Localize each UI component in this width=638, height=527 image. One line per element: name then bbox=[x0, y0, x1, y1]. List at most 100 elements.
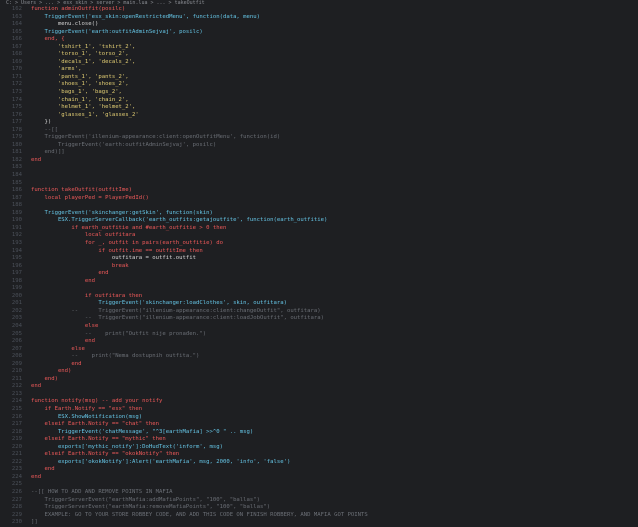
code-line[interactable]: 179 TriggerEvent('illenium-appearance:cl… bbox=[0, 134, 638, 142]
line-number: 178 bbox=[11, 126, 22, 133]
code-text: ]] bbox=[31, 519, 38, 526]
code-text: 'shoes_1', 'shoes_2', bbox=[31, 81, 129, 88]
code-line[interactable]: 228 TriggerServerEvent("earthMafia:remov… bbox=[0, 504, 638, 512]
code-text: ESX.TriggerServerCallback('earth_outfits… bbox=[31, 217, 328, 224]
code-line[interactable]: 173 'bags_1', 'bags_2', bbox=[0, 89, 638, 97]
code-line[interactable]: 224 end bbox=[0, 474, 638, 482]
code-line[interactable]: 200 if outfitara then bbox=[0, 293, 638, 301]
code-line[interactable]: 166 end, { bbox=[0, 36, 638, 44]
code-line[interactable]: 215 if Earth.Notify == "esx" then bbox=[0, 406, 638, 414]
code-line[interactable]: 201 TriggerEvent('skinchanger:loadClothe… bbox=[0, 300, 638, 308]
code-text: EXAMPLE: GO TO YOUR STORE ROBBEY CODE, A… bbox=[31, 511, 368, 518]
code-line[interactable]: 227 TriggerServerEvent("earthMafia:addMa… bbox=[0, 497, 638, 505]
code-text: end, { bbox=[31, 36, 65, 43]
code-line[interactable]: 219 elseif Earth.Notify == "mythic" then bbox=[0, 436, 638, 444]
code-text: 'arms', bbox=[31, 66, 82, 73]
code-line[interactable]: 186 function takeOutfit(outfitIme) bbox=[0, 187, 638, 195]
code-line[interactable]: 167 'tshirt_1', 'tshirt_2', bbox=[0, 44, 638, 52]
code-text: end bbox=[31, 156, 42, 163]
code-line[interactable]: 217 elseif Earth.Notify == "chat" then bbox=[0, 421, 638, 429]
code-line[interactable]: 182 end bbox=[0, 157, 638, 165]
line-number: 185 bbox=[11, 179, 22, 186]
code-line[interactable]: 194 if outfit.ime == outfitIme then bbox=[0, 248, 638, 256]
code-line[interactable]: 193 for _, outfit in pairs(earth_outfiti… bbox=[0, 240, 638, 248]
code-line[interactable]: 181 end)]] bbox=[0, 149, 638, 157]
code-text: end bbox=[31, 277, 95, 284]
code-line[interactable]: 203 -- TriggerEvent("illenium-appearance… bbox=[0, 315, 638, 323]
line-number: 163 bbox=[11, 13, 22, 20]
code-line[interactable]: 222 exports['okokNotify']:Alert('earthMa… bbox=[0, 459, 638, 467]
code-line[interactable]: 221 elseif Earth.Notify == "okokNotify" … bbox=[0, 451, 638, 459]
line-number: 188 bbox=[11, 202, 22, 209]
code-line[interactable]: 178 --[[ bbox=[0, 127, 638, 135]
code-line[interactable]: 218 TriggerEvent('chatMessage', "^3[eart… bbox=[0, 429, 638, 437]
code-line[interactable]: 172 'shoes_1', 'shoes_2', bbox=[0, 81, 638, 89]
code-line[interactable]: 226 --[[ HOW TO ADD AND REMOVE POINTS IN … bbox=[0, 489, 638, 497]
code-line[interactable]: 183 bbox=[0, 164, 638, 172]
code-line[interactable]: 189 TriggerEvent('skinchanger:getSkin', … bbox=[0, 210, 638, 218]
code-line[interactable]: 202 -- TriggerEvent("illenium-appearance… bbox=[0, 308, 638, 316]
code-line[interactable]: 180 TriggerEvent('earth:outfitAdminSejva… bbox=[0, 142, 638, 150]
code-line[interactable]: 206 end bbox=[0, 338, 638, 346]
code-line[interactable]: 213 bbox=[0, 391, 638, 399]
code-line[interactable]: 187 local playerPed = PlayerPedId() bbox=[0, 195, 638, 203]
code-line[interactable]: 192 local outfitara bbox=[0, 232, 638, 240]
code-text: else bbox=[31, 345, 85, 352]
line-number: 209 bbox=[11, 360, 22, 367]
code-line[interactable]: 207 else bbox=[0, 346, 638, 354]
code-line[interactable]: 177 }) bbox=[0, 119, 638, 127]
code-line[interactable]: 210 end) bbox=[0, 368, 638, 376]
code-line[interactable]: 197 end bbox=[0, 270, 638, 278]
code-line[interactable]: 211 end) bbox=[0, 376, 638, 384]
code-line[interactable]: 223 end bbox=[0, 466, 638, 474]
code-area[interactable]: 162 function adminOutfit(posilc) 163 Trigg… bbox=[0, 6, 638, 525]
code-line[interactable]: 169 'decals_1', 'decals_2', bbox=[0, 59, 638, 67]
line-number: 203 bbox=[11, 315, 22, 322]
code-line[interactable]: 170 'arms', bbox=[0, 66, 638, 74]
code-text: outfitara = outfit.outfit bbox=[31, 255, 197, 262]
line-number: 165 bbox=[11, 28, 22, 35]
code-line[interactable]: 208 -- print("Nema dostupnih outfita.") bbox=[0, 353, 638, 361]
code-editor[interactable]: C: > Users > ... > esx_skin > server > m… bbox=[0, 0, 638, 525]
code-line[interactable]: 196 break bbox=[0, 263, 638, 271]
code-line[interactable]: 185 bbox=[0, 180, 638, 188]
code-text: else bbox=[31, 322, 99, 329]
line-number: 176 bbox=[11, 111, 22, 118]
code-line[interactable]: 184 bbox=[0, 172, 638, 180]
code-line[interactable]: 199 bbox=[0, 285, 638, 293]
code-line[interactable]: 229 EXAMPLE: GO TO YOUR STORE ROBBEY COD… bbox=[0, 512, 638, 520]
code-line[interactable]: 220 exports['mythic_notify']:DoHudText('… bbox=[0, 444, 638, 452]
code-line[interactable]: 162 function adminOutfit(posilc) bbox=[0, 6, 638, 14]
code-line[interactable]: 225 bbox=[0, 481, 638, 489]
code-line[interactable]: 163 TriggerEvent('esx_skin:openRestricte… bbox=[0, 14, 638, 22]
code-line[interactable]: 165 TriggerEvent('earth:outfitAdminSejva… bbox=[0, 29, 638, 37]
code-line[interactable]: 205 -- print("Outfit nije pronađen.") bbox=[0, 331, 638, 339]
code-line[interactable]: 191 if earth_outfitie and #earth_outfiti… bbox=[0, 225, 638, 233]
code-line[interactable]: 164 menu.close() bbox=[0, 21, 638, 29]
code-text: end) bbox=[31, 368, 72, 375]
code-line[interactable]: 188 bbox=[0, 202, 638, 210]
code-line[interactable]: 171 'pants_1', 'pants_2', bbox=[0, 74, 638, 82]
code-line[interactable]: 214 function notify(msg) -- add your noti… bbox=[0, 398, 638, 406]
code-line[interactable]: 209 end bbox=[0, 361, 638, 369]
line-number: 207 bbox=[11, 345, 22, 352]
code-line[interactable]: 195 outfitara = outfit.outfit bbox=[0, 255, 638, 263]
code-text: if outfitara then bbox=[31, 292, 143, 299]
line-number: 181 bbox=[11, 149, 22, 156]
code-line[interactable]: 216 ESX.ShowNotification(msg) bbox=[0, 414, 638, 422]
line-number: 212 bbox=[11, 383, 22, 390]
line-number: 199 bbox=[11, 285, 22, 292]
line-number: 177 bbox=[11, 119, 22, 126]
code-line[interactable]: 175 'helmet_1', 'helmet_2', bbox=[0, 104, 638, 112]
code-line[interactable]: 198 end bbox=[0, 278, 638, 286]
code-line[interactable]: 176 'glasses_1', 'glasses_2' bbox=[0, 112, 638, 120]
code-line[interactable]: 204 else bbox=[0, 323, 638, 331]
code-text: exports['mythic_notify']:DoHudText('info… bbox=[31, 443, 223, 450]
code-line[interactable]: 212 end bbox=[0, 383, 638, 391]
code-line[interactable]: 190 ESX.TriggerServerCallback('earth_out… bbox=[0, 217, 638, 225]
code-line[interactable]: 174 'chain_1', 'chain_2', bbox=[0, 97, 638, 105]
code-line[interactable]: 168 'torso_1', 'torso_2', bbox=[0, 51, 638, 59]
code-line[interactable]: 230]] bbox=[0, 519, 638, 527]
line-number: 201 bbox=[11, 300, 22, 307]
line-number: 173 bbox=[11, 89, 22, 96]
